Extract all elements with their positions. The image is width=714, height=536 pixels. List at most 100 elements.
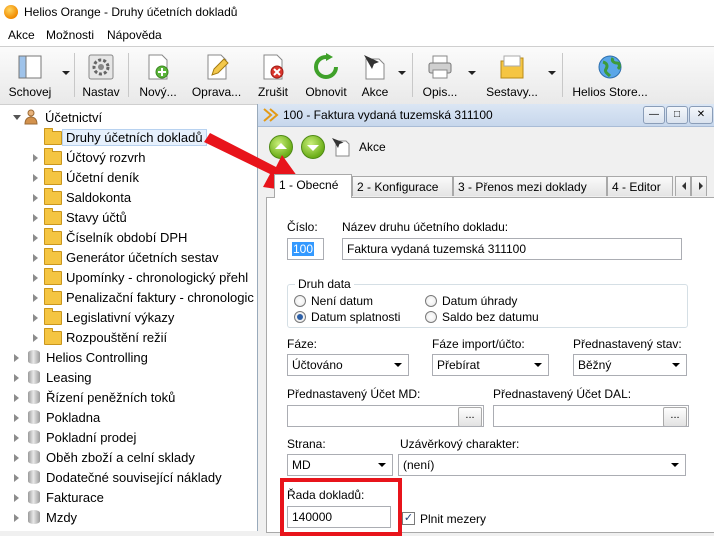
faze-select[interactable]: Účtováno xyxy=(287,354,409,376)
expand-icon[interactable] xyxy=(33,314,38,322)
tree-item-module[interactable]: Fakturace xyxy=(0,488,257,508)
akce-dropdown-icon[interactable] xyxy=(398,71,406,75)
tree-item-label: Pokladní prodej xyxy=(46,430,137,445)
expand-icon[interactable] xyxy=(14,394,19,402)
module-database-icon xyxy=(28,390,40,404)
collapse-icon[interactable] xyxy=(13,115,21,120)
radio-datum-uhrady[interactable] xyxy=(425,295,437,307)
tree-item-module[interactable]: Helios Controlling xyxy=(0,348,257,368)
minimize-button[interactable]: — xyxy=(643,106,665,124)
menu-moznosti[interactable]: Možnosti xyxy=(46,28,94,42)
expand-icon[interactable] xyxy=(33,234,38,242)
tree-item-ucetnictvi-child[interactable]: Penalizační faktury - chronologic xyxy=(0,288,257,308)
maximize-button[interactable]: □ xyxy=(666,106,688,124)
expand-icon[interactable] xyxy=(33,174,38,182)
expand-icon[interactable] xyxy=(14,354,19,362)
expand-icon[interactable] xyxy=(14,494,19,502)
folder-icon xyxy=(44,208,62,225)
radio-saldo-bez-datumu[interactable] xyxy=(425,311,437,323)
child-window-title-bar: 100 - Faktura vydaná tuzemská 311100 — □… xyxy=(258,104,714,127)
highlight-box xyxy=(280,478,402,536)
expand-icon[interactable] xyxy=(14,454,19,462)
tree-item-ucetnictvi-child[interactable]: Legislativní výkazy xyxy=(0,308,257,328)
ucet-md-input[interactable]: ... xyxy=(287,405,484,427)
tree-item-label: Pokladna xyxy=(46,410,101,425)
akce-icon[interactable] xyxy=(331,137,351,157)
tree-item-module[interactable]: Oběh zboží a celní sklady xyxy=(0,448,257,468)
obnovit-button[interactable]: Obnovit xyxy=(299,49,353,101)
tree-item-ucetnictvi-child[interactable]: Číselník období DPH xyxy=(0,228,257,248)
tree-root-ucetnictvi[interactable]: Účetnictví xyxy=(0,108,257,128)
nastav-button[interactable]: Nastav xyxy=(78,49,124,101)
tree-item-label: Číselník období DPH xyxy=(66,230,188,245)
opis-dropdown-icon[interactable] xyxy=(468,71,476,75)
tree-item-ucetnictvi-child[interactable]: Generátor účetních sestav xyxy=(0,248,257,268)
tab-editor[interactable]: 4 - Editor xyxy=(607,176,673,196)
expand-icon[interactable] xyxy=(33,334,38,342)
tab-konfigurace[interactable]: 2 - Konfigurace xyxy=(352,176,453,196)
radio-datum-splatnosti[interactable] xyxy=(294,311,306,323)
tree-item-ucetnictvi-child[interactable]: Upomínky - chronologický přehl xyxy=(0,268,257,288)
tree-item-module[interactable]: Řízení peněžních toků xyxy=(0,388,257,408)
tree-item-module[interactable]: Pokladna xyxy=(0,408,257,428)
tree-item-module[interactable]: Mzdy xyxy=(0,508,257,528)
tree-item-module[interactable]: Leasing xyxy=(0,368,257,388)
schovej-dropdown-icon[interactable] xyxy=(62,71,70,75)
ucet-dal-input[interactable]: ... xyxy=(493,405,689,427)
window-arrow-icon xyxy=(263,108,279,122)
expand-icon[interactable] xyxy=(33,274,38,282)
tab-scroll-right-button[interactable] xyxy=(691,176,707,196)
tree-item-ucetnictvi-child[interactable]: Stavy účtů xyxy=(0,208,257,228)
module-database-icon xyxy=(28,430,40,444)
expand-icon[interactable] xyxy=(33,154,38,162)
expand-icon[interactable] xyxy=(14,374,19,382)
chevron-down-icon xyxy=(394,363,402,367)
expand-icon[interactable] xyxy=(33,194,38,202)
ucet-dal-browse-button[interactable]: ... xyxy=(663,407,687,426)
faze-import-select[interactable]: Přebírat xyxy=(432,354,549,376)
sestavy-dropdown-icon[interactable] xyxy=(548,71,556,75)
radio-datum-uhrady-label: Datum úhrady xyxy=(442,294,518,308)
tab-bar: 1 - Obecné 2 - Konfigurace 3 - Přenos me… xyxy=(266,174,714,198)
menu-napoveda[interactable]: Nápověda xyxy=(107,28,162,42)
folder-icon xyxy=(44,148,62,165)
strana-select[interactable]: MD xyxy=(287,454,393,476)
akce-button[interactable]: Akce xyxy=(356,49,394,101)
tree-item-ucetnictvi-child[interactable]: Rozpouštění režií xyxy=(0,328,257,348)
expand-icon[interactable] xyxy=(33,214,38,222)
akce-menu-button[interactable]: Akce xyxy=(359,140,386,154)
tree-item-module[interactable]: Dodatečné související náklady xyxy=(0,468,257,488)
tab-obecne[interactable]: 1 - Obecné xyxy=(274,174,352,198)
nazev-input[interactable]: Faktura vydaná tuzemská 311100 xyxy=(342,238,682,260)
expand-icon[interactable] xyxy=(14,414,19,422)
menu-akce[interactable]: Akce xyxy=(8,28,35,42)
module-database-icon xyxy=(28,470,40,484)
tab-scroll-left-button[interactable] xyxy=(675,176,691,196)
expand-icon[interactable] xyxy=(14,474,19,482)
expand-icon[interactable] xyxy=(33,254,38,262)
refresh-icon xyxy=(314,53,338,79)
expand-icon[interactable] xyxy=(33,294,38,302)
uzaverkovy-charakter-select[interactable]: (není) xyxy=(398,454,686,476)
zrusit-button[interactable]: Zrušit xyxy=(251,49,295,101)
novy-button[interactable]: Nový... xyxy=(133,49,183,101)
opis-button[interactable]: Opis... xyxy=(418,49,462,101)
close-button[interactable]: ✕ xyxy=(689,106,713,124)
sestavy-button[interactable]: Sestavy... xyxy=(484,49,540,101)
schovej-button[interactable]: Schovej xyxy=(4,49,56,101)
plnit-mezery-checkbox[interactable]: ✓ xyxy=(402,512,415,525)
cislo-input[interactable]: 100 xyxy=(287,238,324,260)
chevron-right-icon xyxy=(699,182,703,190)
prednastaveny-stav-select[interactable]: Běžný xyxy=(573,354,687,376)
expand-icon[interactable] xyxy=(14,434,19,442)
ucet-md-browse-button[interactable]: ... xyxy=(458,407,482,426)
tab-prenos-mezi-doklady[interactable]: 3 - Přenos mezi doklady xyxy=(453,176,607,196)
expand-icon[interactable] xyxy=(14,514,19,522)
helios-store-button[interactable]: Helios Store... xyxy=(570,49,650,101)
tree-item-module[interactable]: Pokladní prodej xyxy=(0,428,257,448)
module-database-icon xyxy=(28,410,40,424)
radio-neni-datum[interactable] xyxy=(294,295,306,307)
strana-label: Strana: xyxy=(287,437,326,451)
oprava-button[interactable]: Oprava... xyxy=(189,49,244,101)
tree-item-label: Mzdy xyxy=(46,510,78,525)
